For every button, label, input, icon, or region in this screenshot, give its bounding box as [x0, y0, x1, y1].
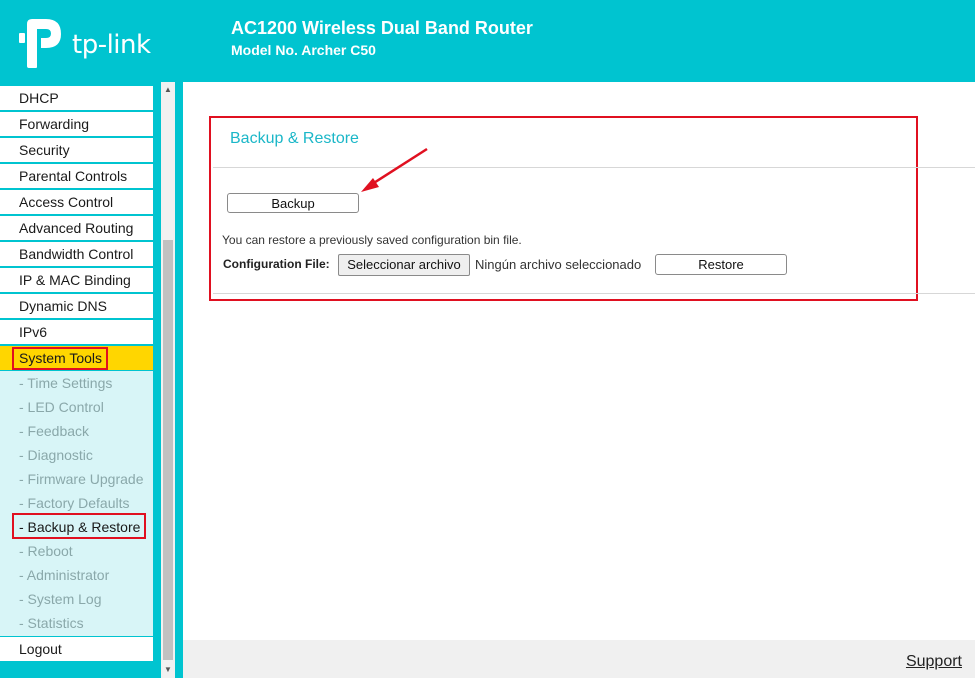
sidebar-item-label: IPv6: [19, 324, 48, 340]
main-content: Backup & Restore Backup You can restore …: [183, 82, 975, 640]
submenu-item-led-control[interactable]: - LED Control: [0, 395, 153, 419]
sidebar-item-label: DHCP: [19, 90, 59, 106]
sidebar-item-advanced-routing[interactable]: Advanced Routing: [0, 216, 153, 240]
scroll-down-arrow-icon[interactable]: ▼: [161, 662, 175, 678]
submenu-item-feedback[interactable]: - Feedback: [0, 419, 153, 443]
logo-wordmark: tp-link: [72, 30, 151, 60]
submenu-item-label: - System Log: [19, 591, 102, 607]
device-model: Model No. Archer C50: [231, 42, 376, 58]
restore-description: You can restore a previously saved confi…: [222, 233, 522, 247]
sidebar-item-label: Logout: [19, 641, 62, 657]
submenu-item-factory-defaults[interactable]: - Factory Defaults: [0, 491, 153, 515]
sidebar-item-ip-mac-binding[interactable]: IP & MAC Binding: [0, 268, 153, 292]
device-title: AC1200 Wireless Dual Band Router: [231, 18, 533, 38]
sidebar-item-label: Dynamic DNS: [19, 298, 107, 314]
submenu-item-label: - LED Control: [19, 399, 104, 415]
sidebar-item-logout[interactable]: Logout: [0, 637, 153, 661]
submenu-item-label: - Reboot: [19, 543, 73, 559]
scroll-up-arrow-icon[interactable]: ▲: [161, 82, 175, 98]
support-link[interactable]: Support: [906, 653, 962, 671]
sidebar-item-label: Parental Controls: [19, 168, 128, 184]
red-arrow-icon: [361, 147, 428, 192]
restore-button[interactable]: Restore: [655, 254, 787, 275]
sidebar-menu: DHCP Forwarding Security Parental Contro…: [0, 82, 153, 678]
sidebar-scrollbar[interactable]: ▲ ▼: [161, 82, 175, 678]
submenu-item-statistics[interactable]: - Statistics: [0, 611, 153, 635]
submenu-item-label: - Statistics: [19, 615, 84, 631]
submenu-item-label: - Administrator: [19, 567, 110, 583]
submenu-item-label: - Feedback: [19, 423, 90, 439]
submenu-item-label: - Diagnostic: [19, 447, 93, 463]
highlight-system-tools: [12, 347, 108, 370]
divider: [213, 293, 975, 294]
sidebar-item-forwarding[interactable]: Forwarding: [0, 112, 153, 136]
choose-file-button[interactable]: Seleccionar archivo: [338, 254, 470, 276]
sidebar-item-parental-controls[interactable]: Parental Controls: [0, 164, 153, 188]
footer: Support: [183, 640, 975, 678]
config-file-label: Configuration File:: [223, 257, 330, 271]
submenu-item-label: - Factory Defaults: [19, 495, 130, 511]
file-status-text: Ningún archivo seleccionado: [475, 257, 642, 272]
tp-link-logo-icon: [19, 19, 61, 68]
submenu-item-administrator[interactable]: - Administrator: [0, 563, 153, 587]
sidebar-item-label: Bandwidth Control: [19, 246, 134, 262]
submenu-item-reboot[interactable]: - Reboot: [0, 539, 153, 563]
top-header: tp-link AC1200 Wireless Dual Band Router…: [0, 0, 975, 82]
tp-link-logo: tp-link: [19, 18, 159, 68]
sidebar-item-label: Forwarding: [19, 116, 90, 132]
submenu-item-label: - Firmware Upgrade: [19, 471, 144, 487]
sidebar: DHCP Forwarding Security Parental Contro…: [0, 82, 183, 678]
highlight-backup-restore: [12, 513, 146, 539]
scrollbar-thumb[interactable]: [163, 240, 173, 660]
submenu-item-firmware-upgrade[interactable]: - Firmware Upgrade: [0, 467, 153, 491]
sidebar-item-label: IP & MAC Binding: [19, 272, 131, 288]
sidebar-item-dynamic-dns[interactable]: Dynamic DNS: [0, 294, 153, 318]
sidebar-item-security[interactable]: Security: [0, 138, 153, 162]
submenu-item-time-settings[interactable]: - Time Settings: [0, 371, 153, 395]
sidebar-item-access-control[interactable]: Access Control: [0, 190, 153, 214]
submenu-item-diagnostic[interactable]: - Diagnostic: [0, 443, 153, 467]
sidebar-item-bandwidth-control[interactable]: Bandwidth Control: [0, 242, 153, 266]
sidebar-item-ipv6[interactable]: IPv6: [0, 320, 153, 344]
sidebar-item-label: Access Control: [19, 194, 114, 210]
sidebar-item-label: Advanced Routing: [19, 220, 134, 236]
submenu-item-system-log[interactable]: - System Log: [0, 587, 153, 611]
sidebar-item-label: Security: [19, 142, 70, 158]
sidebar-item-dhcp[interactable]: DHCP: [0, 86, 153, 110]
submenu-item-label: - Time Settings: [19, 375, 113, 391]
